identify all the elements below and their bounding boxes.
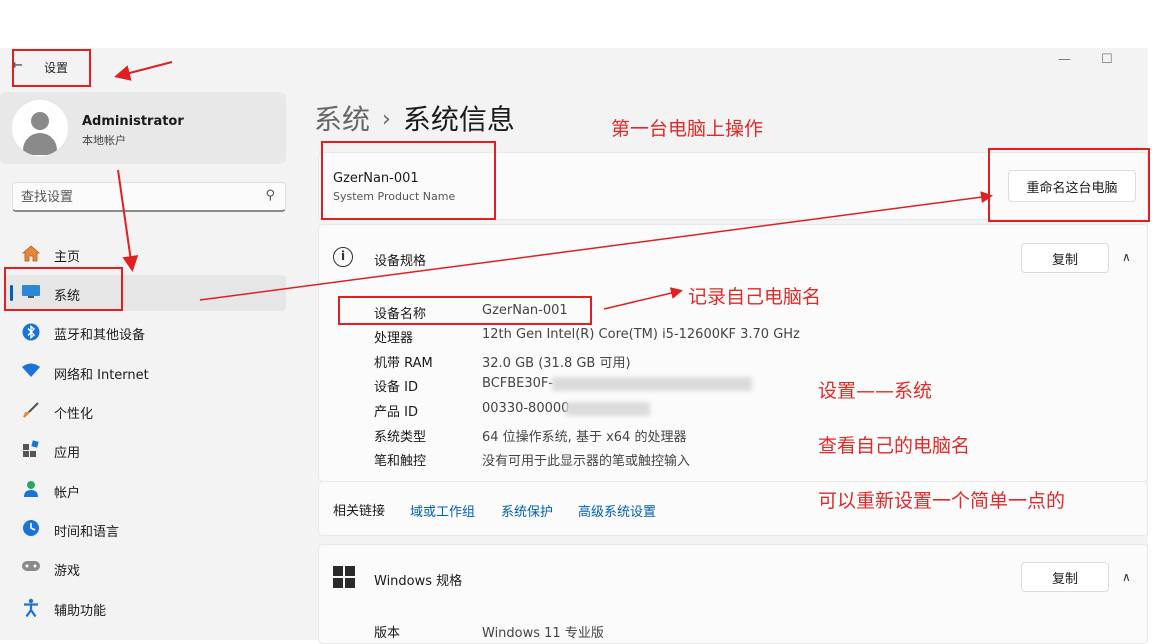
spec-label: 系统类型 xyxy=(374,430,427,445)
redacted-device-id xyxy=(552,377,752,391)
breadcrumb: 系统 › 系统信息 xyxy=(314,98,515,138)
windows-logo-icon xyxy=(333,566,355,588)
apps-icon xyxy=(20,440,42,460)
home-icon xyxy=(20,244,42,264)
spec-value: 12th Gen Intel(R) Core(TM) i5-12600KF 3.… xyxy=(482,327,800,342)
avatar-head xyxy=(31,112,49,130)
spec-value: 没有可用于此显示器的笔或触控输入 xyxy=(482,454,691,469)
sidebar-item-label: 蓝牙和其他设备 xyxy=(54,328,146,343)
annotation-box-system xyxy=(4,267,123,311)
sidebar-item-bluetooth[interactable]: 蓝牙和其他设备 xyxy=(4,314,286,350)
maximize-icon[interactable]: ☐ xyxy=(1101,52,1113,67)
sidebar-item-label: 帐户 xyxy=(54,486,81,501)
sidebar-item-label: 时间和语言 xyxy=(54,525,120,540)
windows-specs-card xyxy=(318,544,1148,644)
spec-label: 机带 RAM xyxy=(374,356,433,371)
device-specs-title: 设备规格 xyxy=(374,254,427,269)
accessibility-icon xyxy=(20,598,42,618)
annotation-box-settings xyxy=(12,49,91,87)
sidebar-item-label: 网络和 Internet xyxy=(54,368,149,383)
annotation-box-rename xyxy=(988,148,1150,222)
spec-value: Windows 11 专业版 xyxy=(482,626,604,641)
annotation-box-device-name xyxy=(338,296,592,325)
breadcrumb-parent[interactable]: 系统 xyxy=(314,103,370,136)
sidebar-item-network[interactable]: 网络和 Internet xyxy=(4,354,286,390)
screen-top-margin xyxy=(0,0,1152,48)
sidebar-item-personalization[interactable]: 个性化 xyxy=(4,393,286,429)
avatar xyxy=(12,100,68,156)
sidebar-item-label: 游戏 xyxy=(54,564,81,579)
windows-specs-title: Windows 规格 xyxy=(374,574,463,589)
spec-label: 处理器 xyxy=(374,331,414,346)
windows-logo-tile xyxy=(345,578,355,588)
windows-logo-tile xyxy=(333,566,343,576)
account-icon xyxy=(20,480,42,500)
spec-label: 笔和触控 xyxy=(374,454,427,469)
breadcrumb-separator: › xyxy=(382,107,391,132)
sidebar-item-label: 个性化 xyxy=(54,407,94,422)
wifi-icon xyxy=(20,362,42,382)
sidebar-item-label: 主页 xyxy=(54,250,81,265)
link-advanced-system-settings[interactable]: 高级系统设置 xyxy=(578,501,656,520)
brush-icon xyxy=(20,401,42,421)
sidebar-item-apps[interactable]: 应用 xyxy=(4,432,286,468)
sidebar-item-time-language[interactable]: 时间和语言 xyxy=(4,511,286,547)
globe-clock-icon xyxy=(20,519,42,539)
annotation-note-rename-simple: 可以重新设置一个简单一点的 xyxy=(818,490,1066,512)
link-system-protection[interactable]: 系统保护 xyxy=(501,501,553,520)
sidebar-item-gaming[interactable]: 游戏 xyxy=(4,550,286,586)
sidebar-item-label: 应用 xyxy=(54,446,81,461)
search-icon[interactable]: ⚲ xyxy=(265,188,275,203)
spec-value: 32.0 GB (31.8 GB 可用) xyxy=(482,356,631,371)
windows-logo-tile xyxy=(345,566,355,576)
annotation-note-settings-system: 设置——系统 xyxy=(818,380,933,402)
sidebar-item-accounts[interactable]: 帐户 xyxy=(4,472,286,508)
annotation-note-view-name: 查看自己的电脑名 xyxy=(818,435,971,457)
annotation-note-first-pc: 第一台电脑上操作 xyxy=(611,118,764,140)
link-domain-workgroup[interactable]: 域或工作组 xyxy=(410,501,475,520)
related-links-title: 相关链接 xyxy=(333,504,386,519)
minimize-icon[interactable]: — xyxy=(1058,52,1071,67)
copy-device-specs-button[interactable]: 复制 xyxy=(1021,243,1109,273)
search-box[interactable]: ⚲ xyxy=(12,182,286,212)
user-account-type: 本地帐户 xyxy=(82,134,126,147)
spec-value: BCFBE30F- xyxy=(482,376,554,391)
spec-value: 00330-80000 xyxy=(482,401,570,416)
search-input[interactable] xyxy=(21,188,251,206)
windows-logo-tile xyxy=(333,578,343,588)
bluetooth-icon xyxy=(20,322,42,342)
gamepad-icon xyxy=(20,558,42,578)
chevron-up-icon[interactable]: ∧ xyxy=(1122,570,1131,584)
info-icon: i xyxy=(333,247,353,267)
redacted-product-id xyxy=(566,402,650,416)
page-title: 系统信息 xyxy=(402,103,515,136)
copy-windows-specs-button[interactable]: 复制 xyxy=(1021,562,1109,592)
annotation-note-record-name: 记录自己电脑名 xyxy=(688,286,822,308)
spec-label: 产品 ID xyxy=(374,405,418,420)
spec-label: 版本 xyxy=(374,626,401,641)
annotation-box-pc-name xyxy=(321,141,496,220)
chevron-up-icon[interactable]: ∧ xyxy=(1122,250,1131,264)
user-name: Administrator xyxy=(82,114,184,129)
sidebar-item-accessibility[interactable]: 辅助功能 xyxy=(4,590,286,626)
spec-value: 64 位操作系统, 基于 x64 的处理器 xyxy=(482,430,687,445)
avatar-body xyxy=(23,133,57,155)
spec-label: 设备 ID xyxy=(374,380,418,395)
sidebar-item-label: 辅助功能 xyxy=(54,604,107,619)
